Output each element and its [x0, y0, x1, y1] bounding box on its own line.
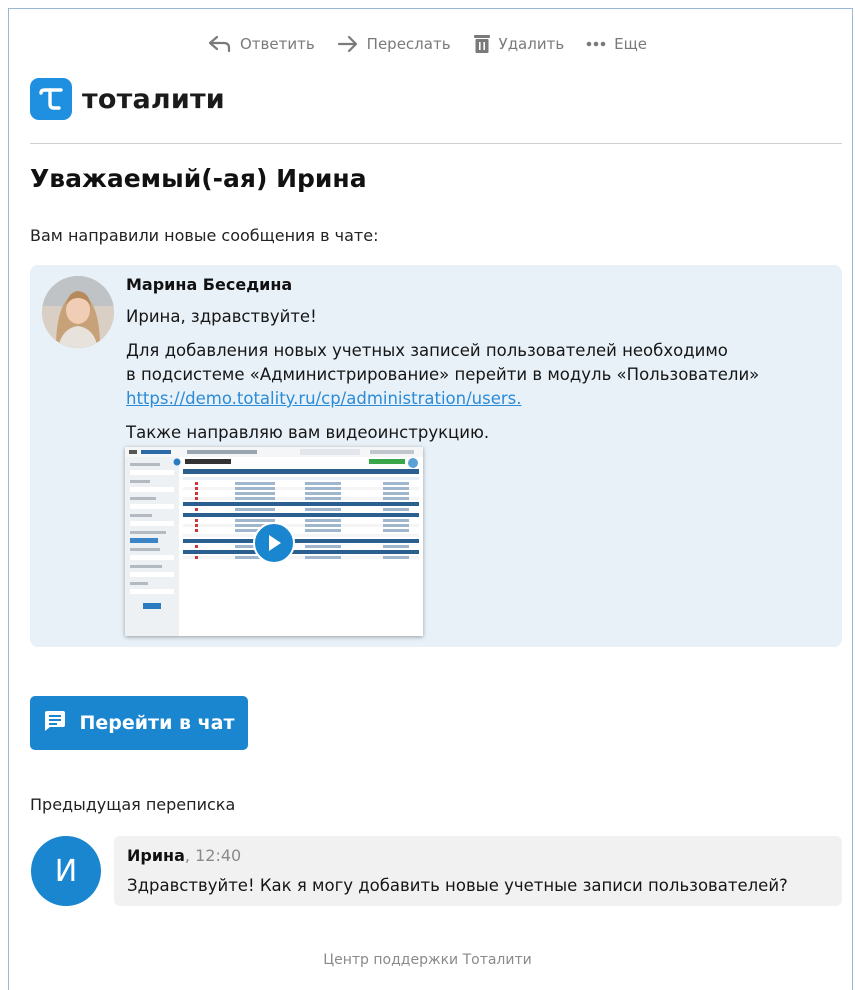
message-card: Марина Беседина Ирина, здравствуйте! Для…: [30, 265, 842, 647]
chat-message-icon: [43, 710, 67, 737]
intro-text: Вам направили новые сообщения в чате:: [30, 226, 379, 245]
previous-message-time: , 12:40: [184, 846, 242, 865]
support-footer: Центр поддержки Тоталити: [323, 952, 532, 968]
more-button[interactable]: Еще: [586, 35, 647, 53]
header-divider: [30, 143, 842, 144]
forward-icon: [337, 35, 359, 53]
email-toolbar: Ответить Переслать Удалить Еще: [0, 30, 855, 58]
brand-header: тоталити: [30, 78, 225, 120]
trash-icon: [473, 34, 491, 54]
more-label: Еще: [614, 35, 648, 53]
avatar-initial: И: [54, 853, 78, 889]
delete-label: Удалить: [498, 35, 565, 53]
go-to-chat-label: Перейти в чат: [79, 712, 235, 734]
delete-button[interactable]: Удалить: [473, 34, 565, 54]
message-line-2: в подсистеме «Администрирование» перейти…: [126, 365, 760, 384]
sender-avatar: [42, 276, 114, 348]
play-icon[interactable]: [253, 522, 295, 564]
go-to-chat-button[interactable]: Перейти в чат: [30, 696, 248, 750]
previous-author-avatar: И: [31, 836, 101, 906]
previous-message-text: Здравствуйте! Как я могу добавить новые …: [127, 876, 788, 895]
sender-name: Марина Беседина: [126, 275, 293, 294]
more-dots-icon: [586, 41, 606, 47]
video-thumbnail[interactable]: [125, 447, 423, 636]
previous-conversation-title: Предыдущая переписка: [30, 795, 236, 814]
reply-icon: [208, 35, 232, 53]
reply-label: Ответить: [239, 35, 315, 53]
message-body: Ирина, здравствуйте! Для добавления новы…: [126, 305, 816, 455]
brand-name: тоталити: [82, 83, 225, 115]
previous-author-name: Ирина: [127, 846, 185, 865]
greeting-heading: Уважаемый(-ая) Ирина: [30, 164, 367, 193]
reply-button[interactable]: Ответить: [208, 35, 315, 53]
previous-message-card: Ирина, 12:40 Здравствуйте! Как я могу до…: [114, 836, 842, 906]
forward-label: Переслать: [366, 35, 451, 53]
previous-message-header: Ирина, 12:40: [127, 846, 241, 865]
forward-button[interactable]: Переслать: [337, 35, 451, 53]
message-line-1: Для добавления новых учетных записей пол…: [126, 341, 728, 360]
video-note: Также направляю вам видеоинструкцию.: [126, 423, 490, 442]
totality-logo-icon: [30, 78, 72, 120]
admin-users-link[interactable]: https://demo.totality.ru/cp/administrati…: [126, 389, 521, 408]
message-greeting: Ирина, здравствуйте!: [126, 307, 317, 326]
